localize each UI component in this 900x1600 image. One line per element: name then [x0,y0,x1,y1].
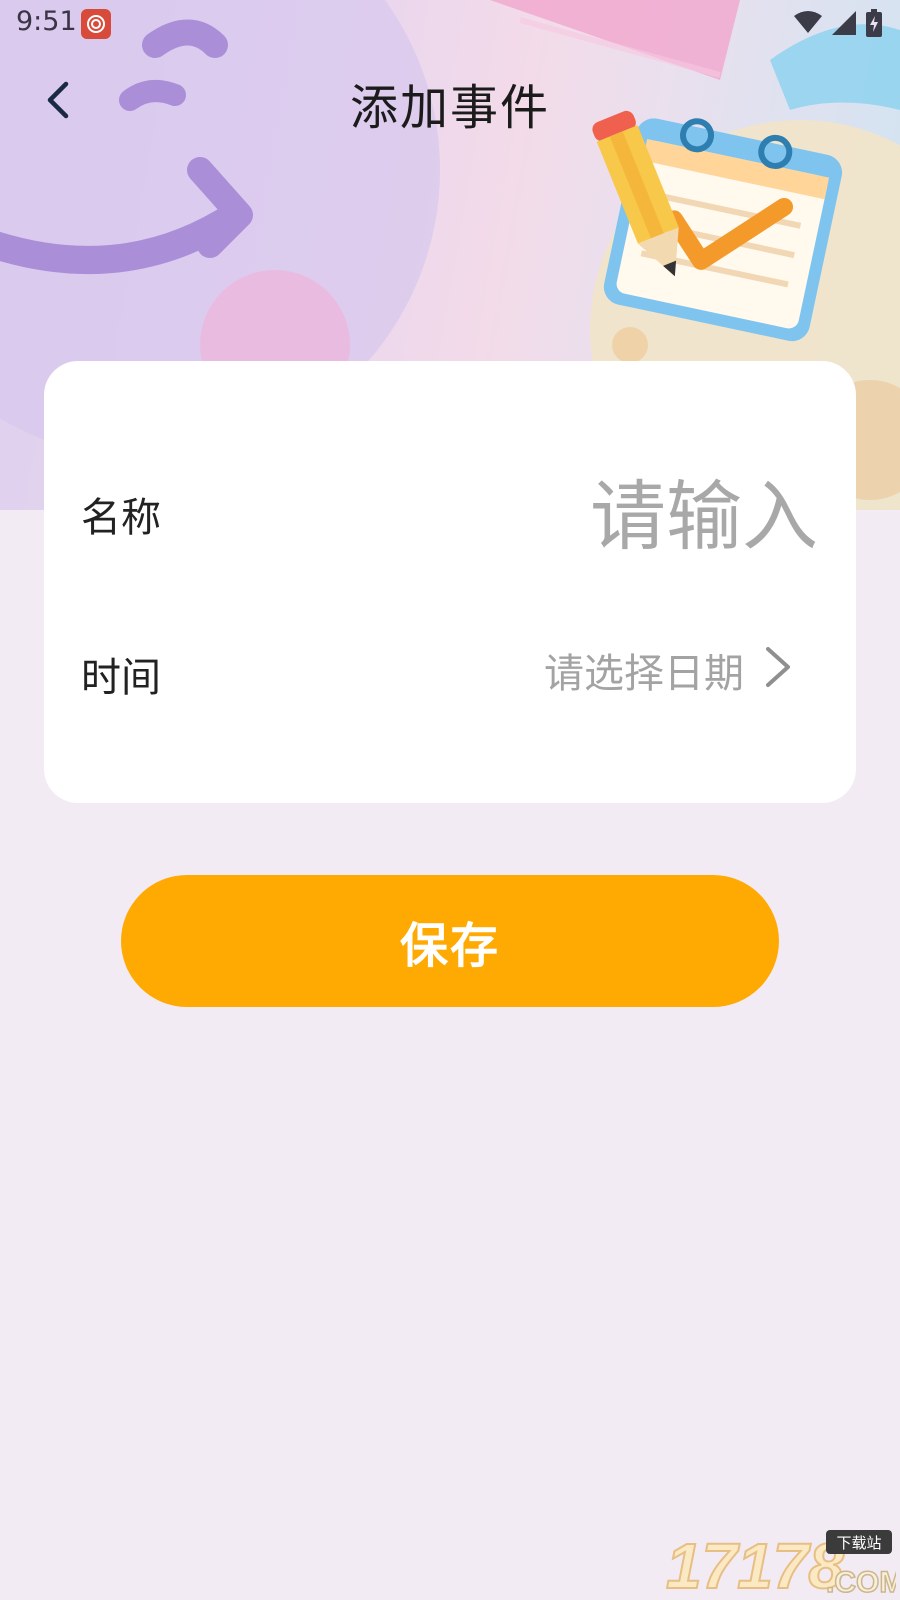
page-title: 添加事件 [349,80,550,136]
save-label: 保存 [399,918,500,974]
date-value: 请选择日期 [544,651,744,697]
time-label: 时间 [81,655,161,701]
battery-charging-icon [866,9,882,37]
app-notification-icon [81,9,111,39]
name-row: 名称 [44,461,856,571]
date-picker-row[interactable]: 时间 请选择日期 [44,621,856,711]
save-button[interactable]: 保存 [121,875,779,1007]
chevron-right-icon [766,647,790,687]
site-watermark-logo: 17178 下载站 .COM [666,1529,896,1596]
status-bar: 9:51 [0,0,900,48]
wifi-icon [794,11,822,33]
svg-text:.COM: .COM [826,1566,896,1596]
svg-text:下载站: 下载站 [836,1534,881,1552]
status-time: 9:51 [16,6,77,37]
svg-text:17178: 17178 [666,1530,844,1596]
status-icons [794,9,882,37]
event-form-card: 名称 时间 请选择日期 [44,361,856,803]
name-label: 名称 [81,495,161,541]
name-input[interactable] [298,461,818,571]
cellular-signal-icon [832,11,856,35]
